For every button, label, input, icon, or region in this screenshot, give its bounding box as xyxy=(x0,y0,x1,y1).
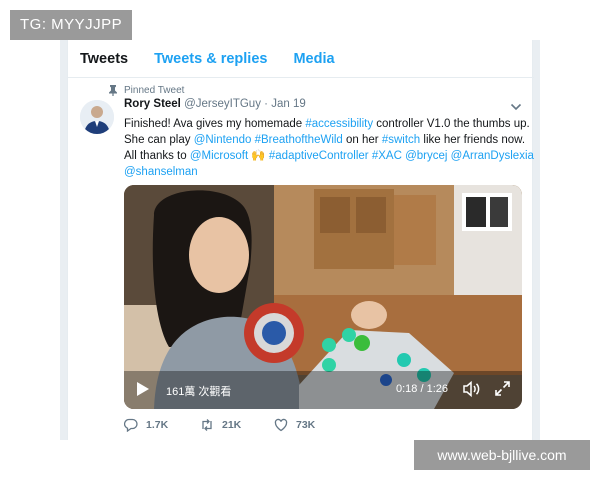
hashtag-link[interactable]: #BreathoftheWild xyxy=(255,134,343,146)
text-segment: controller V1.0 the thumbs up. xyxy=(373,118,530,130)
video-controls: 161萬 次觀看 0:18 / 1:26 xyxy=(124,371,522,409)
pinned-text: Pinned Tweet xyxy=(124,85,185,96)
text-segment: All thanks to xyxy=(124,150,190,162)
profile-timeline-card: Tweets Tweets & replies Media Pinned Twe… xyxy=(60,40,540,440)
retweet-button[interactable]: 21K xyxy=(200,418,241,432)
tweet-line: @shanselman xyxy=(124,164,524,180)
text-segment: Finished! Ava gives my homemade xyxy=(124,118,306,130)
pin-icon xyxy=(108,85,118,96)
tweet-line: She can play @Nintendo #BreathoftheWild … xyxy=(124,132,526,148)
mention-link[interactable]: @ArranDyslexia xyxy=(451,150,534,162)
timeline-panel: Tweets Tweets & replies Media Pinned Twe… xyxy=(67,40,534,440)
tab-tweets-and-replies[interactable]: Tweets & replies xyxy=(154,51,267,67)
text-segment: She can play xyxy=(124,134,194,146)
retweet-count: 21K xyxy=(222,419,242,431)
like-button[interactable]: 73K xyxy=(274,418,315,432)
volume-icon[interactable] xyxy=(462,380,480,398)
reply-count: 1.7K xyxy=(146,419,169,431)
like-count: 73K xyxy=(296,419,316,431)
chevron-down-icon[interactable] xyxy=(510,102,522,112)
view-count: 161萬 次觀看 xyxy=(166,386,232,398)
tweet-header: Rory Steel @JerseyITGuy · Jan 19 xyxy=(124,98,524,114)
mention-link[interactable]: @shanselman xyxy=(124,166,198,178)
hashtag-link[interactable]: #switch xyxy=(382,134,420,146)
tweet-text: Finished! Ava gives my homemade #accessi… xyxy=(124,116,534,180)
tweet-line: Finished! Ava gives my homemade #accessi… xyxy=(124,116,530,132)
watermark-bottom: www.web-bjllive.com xyxy=(414,440,590,470)
tab-media[interactable]: Media xyxy=(293,51,334,67)
hashtag-link[interactable]: #adaptiveController xyxy=(269,150,369,162)
tweet-line: All thanks to @Microsoft 🙌 #adaptiveCont… xyxy=(124,148,534,164)
reply-button[interactable]: 1.7K xyxy=(124,418,168,432)
mention-link[interactable]: @Nintendo xyxy=(194,134,252,146)
reply-icon xyxy=(124,418,138,432)
pinned-tweet-label: Pinned Tweet xyxy=(108,85,184,96)
retweet-icon xyxy=(200,418,214,432)
author-name[interactable]: Rory Steel xyxy=(124,98,181,110)
text-segment: like her friends now. xyxy=(420,134,526,146)
tweet-date[interactable]: Jan 19 xyxy=(271,98,306,110)
video-time: 0:18 / 1:26 xyxy=(396,383,448,395)
header-separator: · xyxy=(264,98,268,110)
like-icon xyxy=(274,418,288,432)
mention-link[interactable]: @Microsoft xyxy=(190,150,248,162)
fullscreen-icon[interactable] xyxy=(494,380,511,397)
profile-tabs: Tweets Tweets & replies Media xyxy=(68,40,534,78)
raising-hands-emoji: 🙌 xyxy=(248,150,269,162)
avatar[interactable] xyxy=(80,100,114,134)
hashtag-link[interactable]: #XAC xyxy=(372,150,402,162)
video-player[interactable]: 161萬 次觀看 0:18 / 1:26 xyxy=(124,185,522,409)
play-icon[interactable] xyxy=(136,381,150,397)
tab-tweets[interactable]: Tweets xyxy=(80,51,128,67)
text-segment: on her xyxy=(342,134,382,146)
watermark-top: TG: MYYJJPP xyxy=(10,10,133,40)
hashtag-link[interactable]: #accessibility xyxy=(305,118,373,130)
mention-link[interactable]: @brycej xyxy=(405,150,447,162)
author-handle[interactable]: @JerseyITGuy xyxy=(184,98,261,110)
tweet-actions: 1.7K 21K 73K xyxy=(124,418,424,436)
